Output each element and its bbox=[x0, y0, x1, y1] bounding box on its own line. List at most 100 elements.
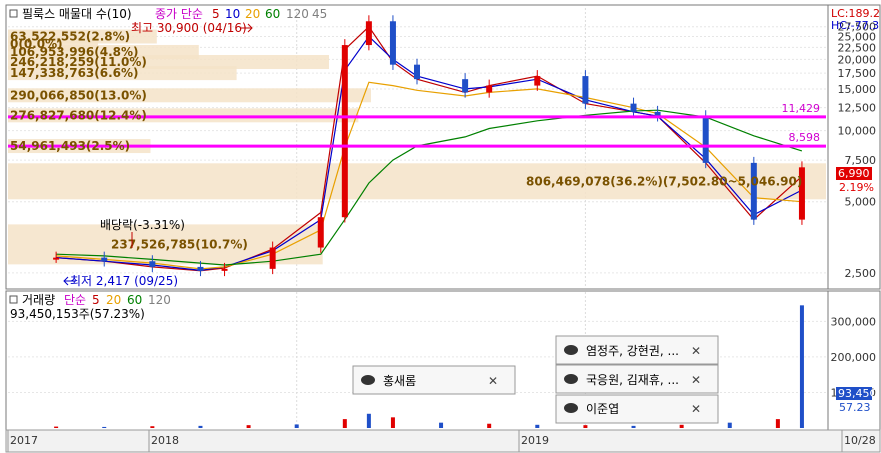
news-popup-1[interactable]: 염정주, 강현권, ... ✕ bbox=[555, 335, 719, 365]
close-icon[interactable]: ✕ bbox=[691, 373, 701, 387]
volume-bar bbox=[342, 419, 347, 428]
price-tick-label: 2,500 bbox=[845, 267, 877, 280]
candle-body bbox=[534, 76, 541, 86]
candle-body bbox=[317, 217, 324, 248]
ma-period-45: 45 bbox=[312, 7, 327, 21]
volume-tick-label: 300,000 bbox=[831, 315, 877, 328]
volume-bar bbox=[294, 424, 299, 428]
volume-bar bbox=[150, 426, 155, 428]
candle-body bbox=[101, 257, 108, 262]
price-tick-label: 22,500 bbox=[838, 41, 877, 54]
volume-bar bbox=[775, 419, 780, 428]
volume-bar bbox=[439, 422, 444, 428]
volume-summary: 93,450,153주(57.23%) bbox=[10, 307, 145, 321]
vol-ma-120: 120 bbox=[148, 293, 171, 307]
panel-menu-icon[interactable] bbox=[9, 9, 18, 18]
x-axis-bar bbox=[5, 429, 881, 453]
price-tick-label: 5,000 bbox=[845, 196, 877, 209]
volume-bar bbox=[54, 426, 59, 428]
candle-body bbox=[582, 76, 589, 104]
x-tick-label: 2017 bbox=[10, 434, 38, 447]
ma-period-20: 20 bbox=[245, 7, 260, 21]
vol-ma-5: 5 bbox=[92, 293, 100, 307]
current-price: 6,990 bbox=[838, 167, 870, 180]
low-marker: 최저 2,417 (09/25) bbox=[70, 274, 178, 288]
chart-window: 11,429 8,598 63,522,552(2.8%) 0(0.0%) 106,9… bbox=[0, 0, 881, 453]
stock-chart: 11,4298,598 63,522,552(2.8%)0(0.0%)106,9… bbox=[5, 4, 881, 453]
news-popup-4[interactable]: 홍새롬 ✕ bbox=[352, 365, 516, 395]
candle-body bbox=[149, 261, 156, 267]
close-icon[interactable]: ✕ bbox=[488, 374, 498, 388]
candle-body bbox=[197, 266, 204, 271]
price-tick-label: 17,500 bbox=[838, 67, 877, 80]
volume-bar bbox=[631, 425, 636, 428]
vol-ma-20: 20 bbox=[106, 293, 121, 307]
volume-bar bbox=[366, 413, 371, 428]
price-tick-label: 7,500 bbox=[845, 154, 877, 167]
current-volume-pct: 57.23 bbox=[839, 401, 871, 414]
price-tick-label: 10,000 bbox=[838, 125, 877, 138]
candle-body bbox=[702, 116, 709, 163]
volume-ma-label: 단순 bbox=[64, 293, 86, 307]
volume-bar bbox=[198, 425, 203, 428]
candle-body bbox=[462, 79, 469, 93]
current-volume: 93,45C bbox=[838, 387, 877, 400]
news-text: 염정주, 강현권, ... bbox=[586, 344, 679, 358]
news-popup-3[interactable]: 이준엽 ✕ bbox=[555, 394, 719, 424]
price-level-label: 8,598 bbox=[789, 131, 821, 144]
candle-body bbox=[341, 45, 348, 218]
corner-hc: HC:-77.3 bbox=[831, 19, 879, 32]
volume-profile-label: 806,469,078(36.2%)(7,502.80~5,046.90) bbox=[526, 174, 802, 188]
volume-bar bbox=[487, 423, 492, 428]
candle-body bbox=[414, 64, 420, 80]
candle-body bbox=[269, 247, 276, 269]
price-ma-label: 종가 단순 bbox=[155, 7, 203, 21]
candle-body bbox=[365, 21, 372, 46]
volume-bar bbox=[679, 424, 684, 428]
news-popup-2[interactable]: 국응원, 김재휴, ... ✕ bbox=[555, 364, 719, 394]
volume-bar bbox=[535, 424, 540, 428]
volume-profile-label: 147,338,763(6.6%) bbox=[10, 66, 139, 80]
volume-bar bbox=[102, 426, 107, 428]
speech-bubble-icon bbox=[361, 375, 375, 385]
volume-menu-icon[interactable] bbox=[9, 295, 18, 304]
dividend-label: 배당락(-3.31%) bbox=[100, 218, 185, 232]
price-level-label: 11,429 bbox=[782, 102, 821, 115]
x-tick-label: 2018 bbox=[151, 434, 179, 447]
volume-profile-label: 54,961,493(2.5%) bbox=[10, 139, 130, 153]
volume-bar bbox=[583, 425, 588, 428]
volume-profile-label: 290,066,850(13.0%) bbox=[10, 88, 147, 102]
volume-bar bbox=[727, 422, 732, 428]
volume-bar bbox=[799, 305, 804, 428]
volume-tick-label: 200,000 bbox=[831, 351, 877, 364]
volume-bar bbox=[246, 425, 251, 428]
close-icon[interactable]: ✕ bbox=[691, 402, 701, 416]
speech-bubble-icon bbox=[564, 345, 578, 355]
speech-bubble-icon bbox=[564, 374, 578, 384]
news-text: 홍새롬 bbox=[383, 374, 416, 388]
volume-profile-label: 276,827,680(12.4%) bbox=[10, 108, 147, 122]
ma-period-5: 5 bbox=[212, 7, 220, 21]
current-change: 2.19% bbox=[839, 181, 874, 194]
price-panel-title: 필룩스 매물대 수(10) bbox=[22, 7, 132, 21]
price-tick-label: 20,000 bbox=[838, 53, 877, 66]
ma-period-10: 10 bbox=[225, 7, 240, 21]
volume-bar bbox=[390, 417, 395, 428]
speech-bubble-icon bbox=[564, 403, 578, 413]
candle-body bbox=[750, 162, 757, 220]
vol-ma-60: 60 bbox=[127, 293, 142, 307]
x-tick-label: 10/28 bbox=[844, 434, 876, 447]
candle-body bbox=[486, 85, 493, 93]
ma-period-60: 60 bbox=[265, 7, 280, 21]
ma-period-120: 120 bbox=[286, 7, 309, 21]
news-text: 국응원, 김재휴, ... bbox=[586, 373, 679, 387]
close-icon[interactable]: ✕ bbox=[691, 344, 701, 358]
candle-body bbox=[53, 257, 60, 260]
candle-body bbox=[630, 103, 637, 112]
candle-body bbox=[221, 268, 228, 271]
news-text: 이준엽 bbox=[586, 402, 619, 416]
candle-body bbox=[389, 21, 396, 65]
price-tick-label: 15,000 bbox=[838, 83, 877, 96]
high-marker: 최고 30,900 (04/16) bbox=[131, 21, 247, 35]
volume-title: 거래량 bbox=[22, 293, 55, 307]
